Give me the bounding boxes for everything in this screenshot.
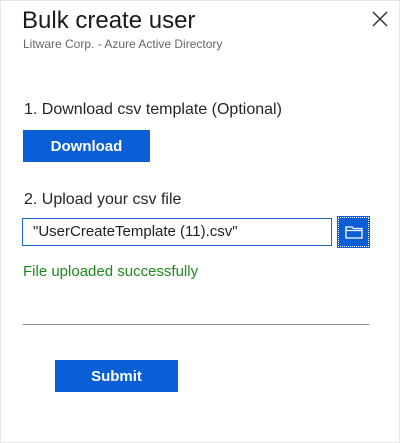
folder-icon — [344, 226, 363, 239]
file-path-input[interactable]: "UserCreateTemplate (11).csv" — [22, 218, 332, 246]
download-button[interactable]: Download — [23, 130, 150, 162]
page-subtitle: Litware Corp. - Azure Active Directory — [23, 37, 223, 51]
close-button[interactable] — [370, 9, 390, 29]
submit-button[interactable]: Submit — [55, 360, 178, 392]
upload-step-label: 2. Upload your csv file — [24, 191, 182, 208]
browse-file-button[interactable] — [337, 216, 370, 248]
page-title: Bulk create user — [22, 7, 196, 34]
bulk-create-user-panel: Bulk create user Litware Corp. - Azure A… — [0, 0, 400, 443]
close-icon — [372, 11, 388, 27]
download-step-label: 1. Download csv template (Optional) — [24, 101, 282, 118]
divider — [23, 324, 369, 325]
upload-status-message: File uploaded successfully — [23, 263, 199, 280]
